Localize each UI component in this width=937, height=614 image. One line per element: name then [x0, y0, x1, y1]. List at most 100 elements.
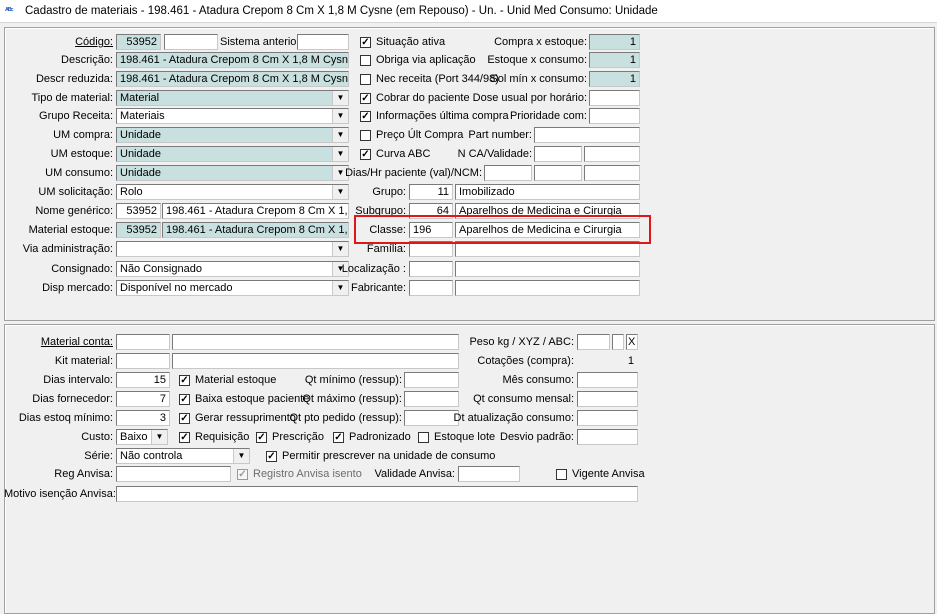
estoque-consumo-label: Estoque x consumo:	[487, 54, 587, 66]
um-estoque-select[interactable]: Unidade ▼	[116, 146, 349, 162]
window-titlebar: ᴬᴮᶜ Cadastro de materiais - 198.461 - At…	[0, 0, 937, 23]
obriga-via-label: Obriga via aplicação	[376, 54, 476, 66]
via-administracao-select[interactable]: ▼	[116, 241, 349, 257]
grupo-code-field[interactable]: 11	[409, 184, 453, 200]
qt-minimo-field[interactable]	[404, 372, 459, 388]
situacao-ativa-checkbox[interactable]: ✓ Situação ativa	[360, 34, 445, 50]
nca-field[interactable]	[534, 146, 582, 162]
qt-consumo-mensal-field[interactable]	[577, 391, 638, 407]
serie-select[interactable]: Não controla ▼	[116, 448, 250, 464]
grupo-field[interactable]: Imobilizado	[455, 184, 640, 200]
material-estoque-checkbox[interactable]: ✓ Material estoque	[179, 372, 276, 388]
tipo-material-value: Material	[120, 92, 160, 104]
tipo-material-select[interactable]: Material ▼	[116, 90, 349, 106]
qt-maximo-field[interactable]	[404, 391, 459, 407]
sol-min-consumo-field[interactable]: 1	[589, 71, 640, 87]
padronizado-chk-label: Padronizado	[349, 431, 411, 443]
localizacao-field[interactable]	[455, 261, 640, 277]
chevron-down-icon[interactable]: ▼	[233, 449, 249, 463]
um-consumo-select[interactable]: Unidade ▼	[116, 165, 349, 181]
localizacao-code-field[interactable]	[409, 261, 453, 277]
codigo-extra-field[interactable]	[164, 34, 218, 50]
padronizado-checkbox[interactable]: ✓ Padronizado	[333, 429, 411, 445]
sistema-anterior-field[interactable]	[297, 34, 349, 50]
fabricante-code-field[interactable]	[409, 280, 453, 296]
dose-usual-field[interactable]	[589, 90, 640, 106]
sol-min-consumo-label: Sol mín x consumo:	[490, 73, 587, 85]
chevron-down-icon[interactable]: ▼	[332, 147, 348, 161]
validade-anvisa-field[interactable]	[458, 466, 520, 482]
disp-mercado-label: Disp mercado:	[42, 282, 113, 294]
checkmark-icon: ✓	[360, 36, 371, 48]
dt-atualizacao-field[interactable]	[577, 410, 638, 426]
motivo-isencao-field[interactable]	[116, 486, 638, 502]
material-estoque-field[interactable]: 198.461 - Atadura Crepom 8 Cm X 1,8 M C	[162, 222, 349, 238]
peso-field[interactable]	[577, 334, 610, 350]
abc-field[interactable]: X	[626, 334, 638, 350]
validade-anvisa-label: Validade Anvisa:	[374, 468, 455, 480]
curva-abc-label: Curva ABC	[376, 148, 431, 160]
chevron-down-icon[interactable]: ▼	[151, 430, 167, 444]
requisicao-checkbox[interactable]: ✓ Requisição	[179, 429, 249, 445]
um-consumo-value: Unidade	[120, 167, 161, 179]
obriga-via-checkbox[interactable]: Obriga via aplicação	[360, 52, 476, 68]
desvio-padrao-field[interactable]	[577, 429, 638, 445]
chevron-down-icon[interactable]: ▼	[332, 109, 348, 123]
checkmark-icon: ✓	[179, 412, 190, 424]
vigente-anvisa-chk-label: Vigente Anvisa	[572, 468, 645, 480]
descr-reduzida-field[interactable]: 198.461 - Atadura Crepom 8 Cm X 1,8 M Cy…	[116, 71, 349, 87]
part-number-label: Part number:	[468, 129, 532, 141]
reg-anvisa-field[interactable]	[116, 466, 231, 482]
chevron-down-icon[interactable]: ▼	[332, 128, 348, 142]
custo-value: Baixo	[120, 431, 148, 443]
grupo-receita-select[interactable]: Materiais ▼	[116, 108, 349, 124]
prioridade-field[interactable]	[589, 108, 640, 124]
fabricante-label: Fabricante:	[350, 282, 406, 294]
vigente-anvisa-checkbox[interactable]: Vigente Anvisa	[556, 466, 645, 482]
gerar-ressuprimento-checkbox[interactable]: ✓ Gerar ressuprimento	[179, 410, 296, 426]
fabricante-field[interactable]	[455, 280, 640, 296]
part-number-field[interactable]	[534, 127, 640, 143]
material-estoque-code-field[interactable]: 53952	[116, 222, 161, 238]
val-field[interactable]	[534, 165, 582, 181]
um-compra-value: Unidade	[120, 129, 161, 141]
permitir-prescrever-checkbox[interactable]: ✓ Permitir prescrever na unidade de consu…	[266, 448, 495, 464]
checkbox-empty-icon	[360, 54, 371, 66]
dias-intervalo-field[interactable]: 15	[116, 372, 170, 388]
checkmark-icon: ✓	[360, 92, 371, 104]
prescricao-checkbox[interactable]: ✓ Prescrição	[256, 429, 324, 445]
xyz-field[interactable]	[612, 334, 624, 350]
desvio-padrao-label: Desvio padrão:	[500, 431, 574, 443]
kit-material-code-field[interactable]	[116, 353, 170, 369]
um-compra-select[interactable]: Unidade ▼	[116, 127, 349, 143]
dias-estoq-minimo-label: Dias estoq mínimo:	[18, 412, 113, 424]
cobrar-paciente-checkbox[interactable]: ✓ Cobrar do paciente	[360, 90, 470, 106]
codigo-field[interactable]: 53952	[116, 34, 161, 50]
kit-material-field[interactable]	[172, 353, 459, 369]
material-conta-code-field[interactable]	[116, 334, 170, 350]
um-solicitacao-select[interactable]: Rolo ▼	[116, 184, 349, 200]
checkmark-icon: ✓	[179, 431, 190, 443]
validade-field[interactable]	[584, 146, 640, 162]
prioridade-label: Prioridade com:	[509, 110, 587, 122]
descricao-label: Descrição:	[61, 54, 113, 66]
consignado-select[interactable]: Não Consignado ▼	[116, 261, 349, 277]
descricao-field[interactable]: 198.461 - Atadura Crepom 8 Cm X 1,8 M Cy…	[116, 52, 349, 68]
material-conta-field[interactable]	[172, 334, 459, 350]
um-solicitacao-value: Rolo	[120, 186, 143, 198]
compra-estoque-field[interactable]: 1	[589, 34, 640, 50]
nome-generico-field[interactable]: 198.461 - Atadura Crepom 8 Cm X 1,8 M C	[162, 203, 349, 219]
chevron-down-icon[interactable]: ▼	[332, 91, 348, 105]
registro-anvisa-checkbox[interactable]: ✓ Registro Anvisa isento	[237, 466, 362, 482]
dias-hr-field[interactable]	[484, 165, 532, 181]
curva-abc-checkbox[interactable]: ✓ Curva ABC	[360, 146, 430, 162]
cotacoes-field[interactable]: 1	[577, 353, 638, 369]
mes-consumo-field[interactable]	[577, 372, 638, 388]
dias-fornecedor-field[interactable]: 7	[116, 391, 170, 407]
estoque-consumo-field[interactable]: 1	[589, 52, 640, 68]
disp-mercado-select[interactable]: Disponível no mercado ▼	[116, 280, 349, 296]
nome-generico-code-field[interactable]: 53952	[116, 203, 161, 219]
dias-estoq-minimo-field[interactable]: 3	[116, 410, 170, 426]
custo-select[interactable]: Baixo ▼	[116, 429, 168, 445]
ncm-field[interactable]	[584, 165, 640, 181]
